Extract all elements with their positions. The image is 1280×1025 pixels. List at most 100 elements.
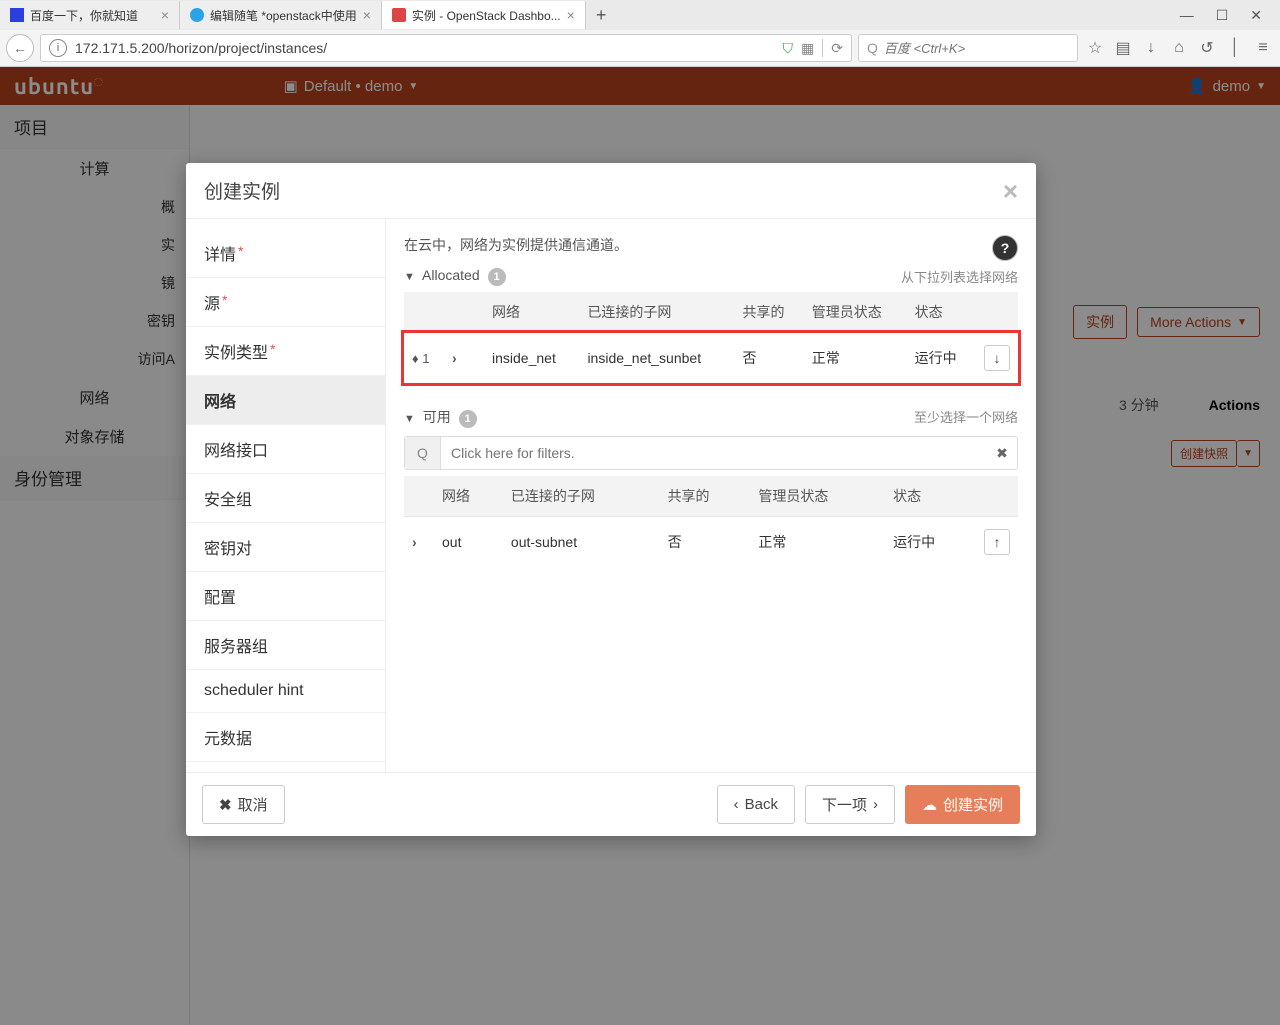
search-icon: Q bbox=[405, 437, 441, 469]
separator bbox=[822, 39, 823, 57]
create-instance-modal: 创建实例 × 详情* 源* 实例类型* 网络 网络接口 安全组 密钥对 配置 服… bbox=[186, 163, 1036, 836]
tab-strip: 百度一下，你就知道 × 编辑随笔 *openstack中使用 × 实例 - Op… bbox=[0, 0, 1280, 30]
search-bar[interactable]: Q bbox=[858, 34, 1078, 62]
tab-title: 实例 - OpenStack Dashbo... bbox=[412, 7, 561, 24]
cell-shared: 否 bbox=[660, 517, 751, 568]
browser-chrome: 百度一下，你就知道 × 编辑随笔 *openstack中使用 × 实例 - Op… bbox=[0, 0, 1280, 67]
cancel-button[interactable]: ✖ 取消 bbox=[202, 785, 285, 824]
wizard-step-config[interactable]: 配置 bbox=[186, 572, 385, 621]
clear-filter-icon[interactable]: ✖ bbox=[987, 437, 1017, 469]
favicon-icon bbox=[392, 8, 406, 22]
allocated-row: ♦ 1 › inside_net inside_net_sunbet 否 正常 … bbox=[404, 333, 1018, 384]
browser-tab-0[interactable]: 百度一下，你就知道 × bbox=[0, 1, 180, 29]
help-icon[interactable]: ? bbox=[992, 235, 1018, 261]
close-icon[interactable]: × bbox=[363, 7, 371, 23]
wizard-step-source[interactable]: 源* bbox=[186, 278, 385, 327]
allocated-count-badge: 1 bbox=[488, 268, 506, 286]
reorder-handle[interactable]: ♦ 1 bbox=[412, 351, 429, 366]
shield-icon[interactable]: ⛉ bbox=[783, 40, 794, 57]
next-button[interactable]: 下一项 › bbox=[805, 785, 895, 824]
back-button[interactable]: ‹ Back bbox=[717, 785, 795, 824]
wizard-pane: ? 在云中，网络为实例提供通信通道。 从下拉列表选择网络 ▼ Allocated… bbox=[386, 219, 1036, 772]
minimize-icon[interactable]: — bbox=[1180, 7, 1194, 24]
tab-title: 编辑随笔 *openstack中使用 bbox=[210, 7, 357, 24]
modal-body: 详情* 源* 实例类型* 网络 网络接口 安全组 密钥对 配置 服务器组 sch… bbox=[186, 219, 1036, 772]
cell-status: 运行中 bbox=[885, 517, 976, 568]
address-bar-row: ← i ⛉ ▦ ⟳ Q ☆ ▤ ↓ ⌂ ↺ │ ≡ bbox=[0, 30, 1280, 66]
allocated-toggle[interactable]: ▼ Allocated 1 bbox=[404, 267, 506, 283]
wizard-step-scheduler[interactable]: scheduler hint bbox=[186, 670, 385, 713]
expand-icon[interactable]: › bbox=[412, 534, 417, 550]
col-status: 状态 bbox=[907, 292, 976, 333]
site-info-icon[interactable]: i bbox=[49, 39, 67, 57]
new-tab-button[interactable]: + bbox=[586, 5, 617, 26]
browser-tab-2[interactable]: 实例 - OpenStack Dashbo... × bbox=[382, 1, 586, 29]
maximize-icon[interactable]: ☐ bbox=[1216, 7, 1229, 24]
separator: │ bbox=[1224, 39, 1246, 57]
add-row-button[interactable]: ↑ bbox=[984, 529, 1010, 555]
allocated-table: 网络 已连接的子网 共享的 管理员状态 状态 ♦ 1 › inside_net … bbox=[404, 292, 1018, 383]
favicon-icon bbox=[190, 8, 204, 22]
expand-icon[interactable]: › bbox=[452, 350, 457, 366]
cell-network: inside_net bbox=[484, 333, 579, 384]
available-toggle[interactable]: ▼ 可用 1 bbox=[404, 409, 477, 425]
menu-icon[interactable]: ≡ bbox=[1252, 39, 1274, 57]
back-button[interactable]: ← bbox=[6, 34, 34, 62]
remove-row-button[interactable]: ↓ bbox=[984, 345, 1010, 371]
close-icon[interactable]: × bbox=[567, 7, 575, 23]
history-icon[interactable]: ↺ bbox=[1196, 38, 1218, 58]
cell-admin: 正常 bbox=[804, 333, 907, 384]
qr-icon[interactable]: ▦ bbox=[801, 40, 814, 57]
wizard-step-flavor[interactable]: 实例类型* bbox=[186, 327, 385, 376]
col-status: 状态 bbox=[885, 476, 976, 517]
search-engine-icon: Q bbox=[867, 40, 878, 56]
wizard-step-servergroup[interactable]: 服务器组 bbox=[186, 621, 385, 670]
col-network: 网络 bbox=[484, 292, 579, 333]
close-window-icon[interactable]: ✕ bbox=[1250, 7, 1262, 24]
wizard-step-secgroups[interactable]: 安全组 bbox=[186, 474, 385, 523]
save-icon[interactable]: ▤ bbox=[1112, 38, 1134, 58]
col-subnets: 已连接的子网 bbox=[503, 476, 660, 517]
favicon-icon bbox=[10, 8, 24, 22]
available-row: › out out-subnet 否 正常 运行中 ↑ bbox=[404, 517, 1018, 568]
home-icon[interactable]: ⌂ bbox=[1168, 39, 1190, 57]
close-icon[interactable]: × bbox=[161, 7, 169, 23]
reload-icon[interactable]: ⟳ bbox=[831, 40, 843, 57]
wizard-step-details[interactable]: 详情* bbox=[186, 229, 385, 278]
col-subnets: 已连接的子网 bbox=[579, 292, 734, 333]
browser-tab-1[interactable]: 编辑随笔 *openstack中使用 × bbox=[180, 1, 382, 29]
filter-bar: Q ✖ bbox=[404, 436, 1018, 470]
col-admin: 管理员状态 bbox=[804, 292, 907, 333]
allocated-hint: 从下拉列表选择网络 bbox=[901, 267, 1018, 286]
downloads-icon[interactable]: ↓ bbox=[1140, 39, 1162, 57]
modal-footer: ✖ 取消 ‹ Back 下一项 › ☁ 创建实例 bbox=[186, 772, 1036, 836]
cell-shared: 否 bbox=[734, 333, 803, 384]
available-hint: 至少选择一个网络 bbox=[914, 407, 1018, 426]
cell-network: out bbox=[434, 517, 503, 568]
tab-title: 百度一下，你就知道 bbox=[30, 7, 155, 24]
cell-subnet: inside_net_sunbet bbox=[579, 333, 734, 384]
col-shared: 共享的 bbox=[734, 292, 803, 333]
chevron-down-icon: ▼ bbox=[404, 413, 415, 425]
wizard-step-metadata[interactable]: 元数据 bbox=[186, 713, 385, 762]
url-bar[interactable]: i ⛉ ▦ ⟳ bbox=[40, 34, 852, 62]
wizard-step-keypair[interactable]: 密钥对 bbox=[186, 523, 385, 572]
wizard-step-ports[interactable]: 网络接口 bbox=[186, 425, 385, 474]
cell-subnet: out-subnet bbox=[503, 517, 660, 568]
page-backdrop: ubuntu◌ ▣ Default • demo ▼ 👤 demo ▼ 项目 计… bbox=[0, 67, 1280, 1025]
bookmark-icon[interactable]: ☆ bbox=[1084, 38, 1106, 58]
pane-description: 在云中，网络为实例提供通信通道。 bbox=[404, 235, 1018, 255]
cell-admin: 正常 bbox=[750, 517, 885, 568]
url-input[interactable] bbox=[75, 40, 775, 56]
modal-title: 创建实例 bbox=[204, 177, 280, 204]
close-icon[interactable]: × bbox=[1003, 183, 1018, 199]
allocated-section: 从下拉列表选择网络 ▼ Allocated 1 网络 已连接的子网 共享的 管理… bbox=[404, 267, 1018, 383]
wizard-step-networks[interactable]: 网络 bbox=[186, 376, 385, 425]
col-shared: 共享的 bbox=[660, 476, 751, 517]
available-table: 网络 已连接的子网 共享的 管理员状态 状态 › out out-subnet … bbox=[404, 476, 1018, 567]
filter-input[interactable] bbox=[441, 437, 987, 469]
launch-instance-button[interactable]: ☁ 创建实例 bbox=[905, 785, 1020, 824]
wizard-steps: 详情* 源* 实例类型* 网络 网络接口 安全组 密钥对 配置 服务器组 sch… bbox=[186, 219, 386, 772]
search-input[interactable] bbox=[884, 41, 1069, 56]
table-header-row: 网络 已连接的子网 共享的 管理员状态 状态 bbox=[404, 476, 1018, 517]
